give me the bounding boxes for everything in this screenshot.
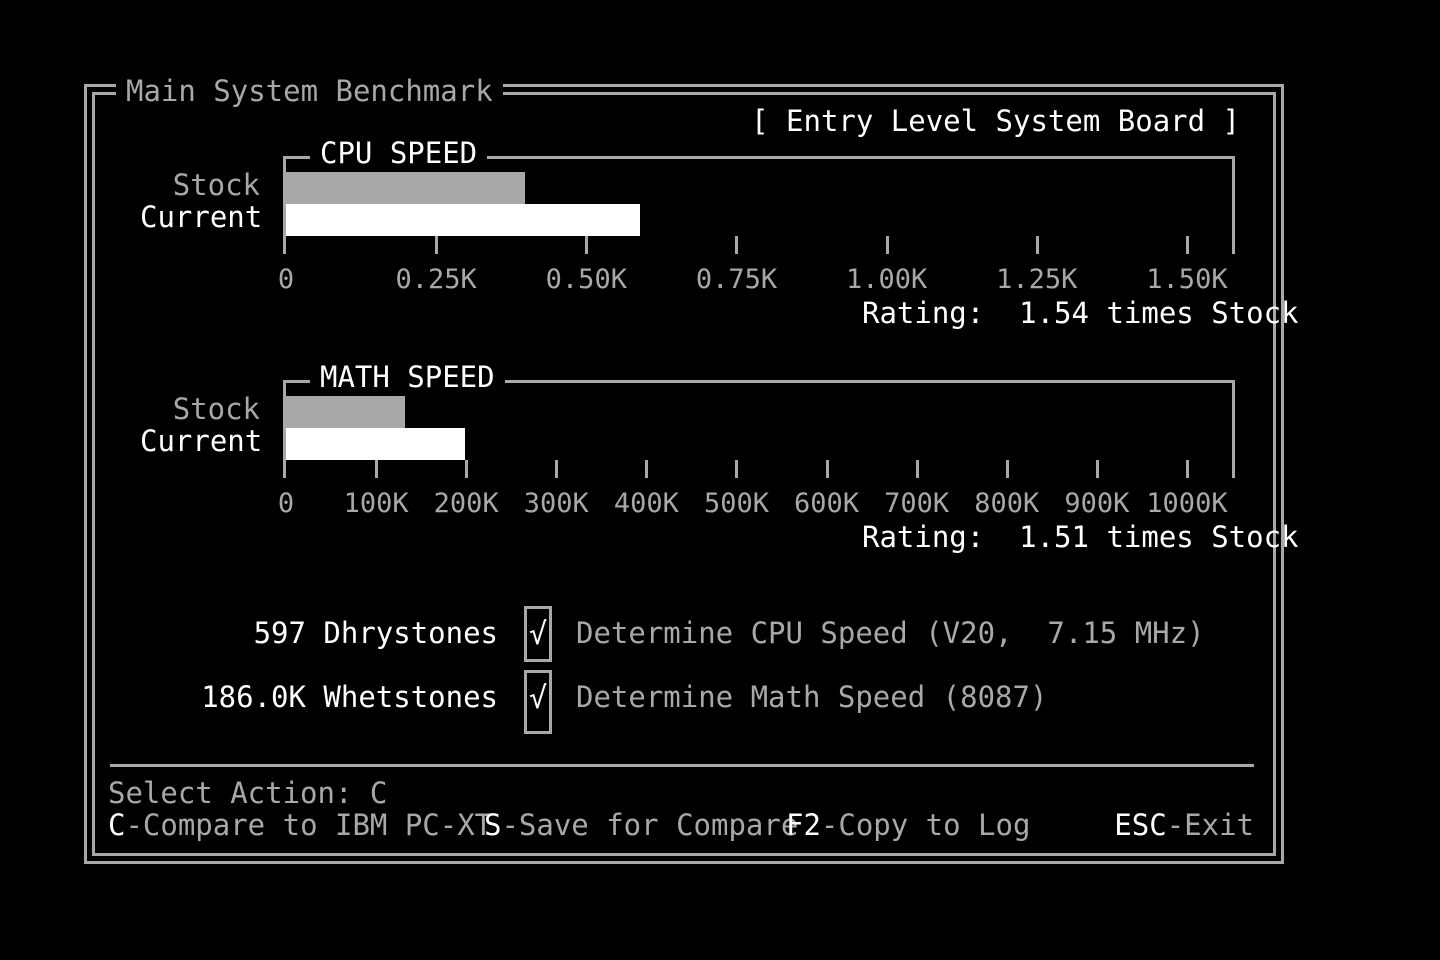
math-rating: Rating: 1.51 times Stock xyxy=(862,520,1299,554)
cpu-test-label[interactable]: Determine CPU Speed (V20, 7.15 MHz) xyxy=(576,616,1205,650)
action-save-key: S xyxy=(484,808,502,842)
cpu-tick-label: 1.25K xyxy=(996,264,1078,295)
action-exit-key: ESC xyxy=(1114,808,1167,842)
cpu-tick-mark xyxy=(1185,236,1189,254)
cpu-rating-label: Rating: xyxy=(862,296,985,330)
math-tick-mark xyxy=(735,460,739,478)
math-chart-title: MATH SPEED xyxy=(310,360,505,394)
math-tick-mark xyxy=(645,460,649,478)
math-tick-mark xyxy=(1185,460,1189,478)
math-current-label: Current xyxy=(140,424,263,458)
math-tick-label: 600K xyxy=(794,488,860,519)
action-compare-key: C xyxy=(108,808,126,842)
footer-divider xyxy=(110,764,1254,767)
cpu-tick-label: 1.00K xyxy=(845,264,928,295)
math-tick-label: 200K xyxy=(433,488,499,519)
cpu-tick-label: 0.25K xyxy=(395,264,477,295)
math-test-label[interactable]: Determine Math Speed (8087) xyxy=(576,680,1047,714)
action-prompt[interactable]: Select Action: C xyxy=(108,776,387,810)
math-tick-mark xyxy=(555,460,559,478)
action-copy-log[interactable]: F2-Copy to Log xyxy=(786,808,1030,842)
action-copy-log-label: -Copy to Log xyxy=(820,808,1031,842)
cpu-chart-title: CPU SPEED xyxy=(310,136,488,170)
math-tick-label: 100K xyxy=(343,488,409,519)
cpu-tick-mark xyxy=(435,236,439,254)
action-compare-label: -Compare to IBM PC-XT xyxy=(125,808,493,842)
math-tick-label: 400K xyxy=(613,488,679,519)
math-bar-current xyxy=(286,428,466,460)
cpu-tick-label: 0.75K xyxy=(695,264,778,295)
cpu-tick-mark xyxy=(585,236,589,254)
cpu-tick-mark xyxy=(735,236,739,254)
board-label: [ Entry Level System Board ] xyxy=(751,104,1240,138)
math-tick-mark xyxy=(1005,460,1009,478)
whetstone-result: 186.0K Whetstones xyxy=(201,680,498,714)
action-exit[interactable]: ESC-Exit xyxy=(1114,808,1254,842)
math-tick-label: 300K xyxy=(523,488,589,519)
cpu-stock-label: Stock xyxy=(172,168,260,202)
cpu-tick-label: 0.50K xyxy=(545,264,627,295)
math-tick-mark xyxy=(465,460,469,478)
cpu-current-label: Current xyxy=(140,200,263,234)
cpu-rating: Rating: 1.54 times Stock xyxy=(862,296,1299,330)
cpu-test-checkbox[interactable]: √ xyxy=(524,606,552,662)
cpu-bar-stock xyxy=(286,172,526,204)
math-tick-label: 900K xyxy=(1064,488,1130,519)
math-stock-label: Stock xyxy=(172,392,260,426)
math-bar-stock xyxy=(286,396,405,428)
action-compare[interactable]: C-Compare to IBM PC-XT xyxy=(108,808,492,842)
math-rating-label: Rating: xyxy=(862,520,985,554)
math-tick-label: 700K xyxy=(884,488,950,519)
cpu-rating-value: 1.54 times Stock xyxy=(1019,296,1299,330)
action-save[interactable]: S-Save for Compare xyxy=(484,808,798,842)
cpu-tick-mark xyxy=(1035,236,1039,254)
action-exit-label: -Exit xyxy=(1166,808,1254,842)
math-tick-label: 500K xyxy=(703,488,769,519)
math-tick-label: 0 xyxy=(277,488,295,519)
window-title: Main System Benchmark xyxy=(116,74,503,108)
action-save-label: -Save for Compare xyxy=(501,808,799,842)
math-tick-label: 1000K xyxy=(1146,488,1228,519)
math-tick-label: 800K xyxy=(974,488,1040,519)
cpu-tick-label: 0 xyxy=(277,264,295,295)
cpu-tick-mark xyxy=(885,236,889,254)
math-test-checkbox[interactable]: √ xyxy=(524,670,552,734)
cpu-bar-current xyxy=(286,204,641,236)
math-tick-mark xyxy=(825,460,829,478)
dhrystone-result: 597 Dhrystones xyxy=(253,616,498,650)
math-tick-mark xyxy=(375,460,379,478)
math-tick-mark xyxy=(915,460,919,478)
math-tick-mark xyxy=(1095,460,1099,478)
action-copy-log-key: F2 xyxy=(786,808,821,842)
cpu-tick-label: 1.50K xyxy=(1146,264,1228,295)
math-rating-value: 1.51 times Stock xyxy=(1019,520,1299,554)
